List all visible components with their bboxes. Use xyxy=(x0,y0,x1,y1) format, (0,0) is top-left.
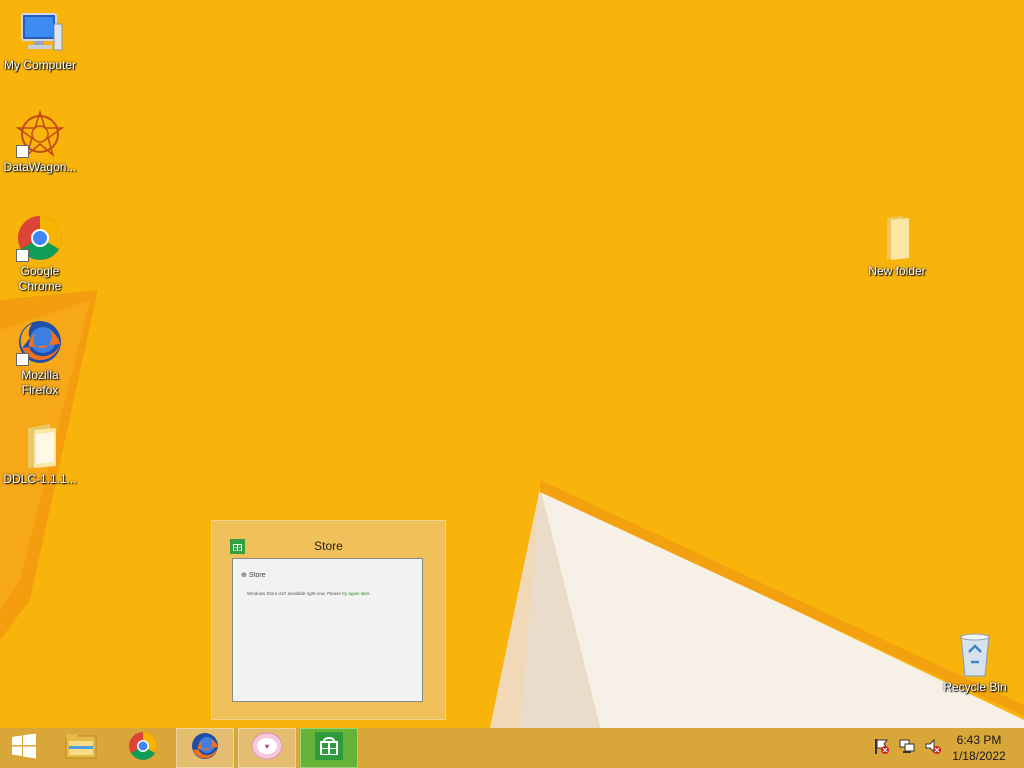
firefox-icon xyxy=(190,731,220,766)
back-icon: ⊕ xyxy=(241,572,247,579)
folder-icon xyxy=(873,214,921,262)
chrome-icon xyxy=(16,214,64,262)
desktop-icon-google-chrome[interactable]: Google Chrome xyxy=(0,214,80,294)
start-button[interactable] xyxy=(0,728,48,768)
recycle-bin-icon xyxy=(951,630,999,678)
shortcut-arrow-icon xyxy=(16,145,29,158)
file-explorer-icon xyxy=(65,732,97,765)
taskbar-chrome[interactable] xyxy=(114,728,172,768)
taskbar: ♥ 6:43 PM 1/18/2022 xyxy=(0,728,1024,768)
desktop-icon-label: Mozilla Firefox xyxy=(21,368,59,397)
app-icon: ♥ xyxy=(251,731,283,766)
desktop: My Computer DataWagon... Google Chrome M… xyxy=(0,0,1024,728)
desktop-icon-my-computer[interactable]: My Computer xyxy=(0,8,80,73)
desktop-icon-mozilla-firefox[interactable]: Mozilla Firefox xyxy=(0,318,80,398)
taskbar-store[interactable] xyxy=(300,728,358,768)
desktop-icon-datawagon[interactable]: DataWagon... xyxy=(0,109,80,175)
preview-window-title: ⊕ Store xyxy=(241,572,266,579)
shortcut-arrow-icon xyxy=(16,353,29,366)
taskbar-file-explorer[interactable] xyxy=(52,728,110,768)
desktop-icon-label: My Computer xyxy=(3,58,77,72)
desktop-icon-label: Google Chrome xyxy=(18,264,62,293)
desktop-icon-ddlc-folder[interactable]: DDLC-1.1.1... xyxy=(0,422,80,487)
taskbar-app[interactable]: ♥ xyxy=(238,728,296,768)
desktop-icon-recycle-bin[interactable]: Recycle Bin xyxy=(935,630,1015,695)
volume-muted-icon[interactable] xyxy=(924,737,942,760)
computer-icon xyxy=(16,8,64,56)
preview-title: Store xyxy=(314,539,343,553)
store-icon xyxy=(315,731,343,765)
svg-text:♥: ♥ xyxy=(265,742,270,751)
network-icon[interactable] xyxy=(898,737,916,760)
wallpaper xyxy=(0,290,1024,728)
folder-icon xyxy=(16,422,64,470)
system-tray xyxy=(872,728,942,768)
clock-date: 1/18/2022 xyxy=(952,749,1006,763)
firefox-icon xyxy=(16,318,64,366)
clock-time: 6:43 PM xyxy=(956,733,1002,747)
taskbar-firefox[interactable] xyxy=(176,728,234,768)
datawagon-icon xyxy=(15,109,65,158)
chrome-icon xyxy=(128,731,158,766)
taskbar-clock[interactable]: 6:43 PM 1/18/2022 xyxy=(944,732,1014,764)
start-icon xyxy=(10,733,38,764)
desktop-icon-label: DataWagon... xyxy=(3,160,77,174)
desktop-icon-label: DDLC-1.1.1... xyxy=(3,472,77,486)
preview-window: ⊕ Store Windows Store isn't available ri… xyxy=(232,558,423,702)
desktop-icon-label: New folder xyxy=(868,264,926,278)
desktop-icon-new-folder[interactable]: New folder xyxy=(857,214,937,279)
desktop-icon-label: Recycle Bin xyxy=(943,680,1007,694)
shortcut-arrow-icon xyxy=(16,249,29,262)
preview-window-message: Windows Store isn't available right now.… xyxy=(247,591,371,596)
action-center-flag-icon[interactable] xyxy=(872,737,890,760)
store-thumbnail-preview[interactable]: Store ⊕ Store Windows Store isn't availa… xyxy=(211,520,446,720)
